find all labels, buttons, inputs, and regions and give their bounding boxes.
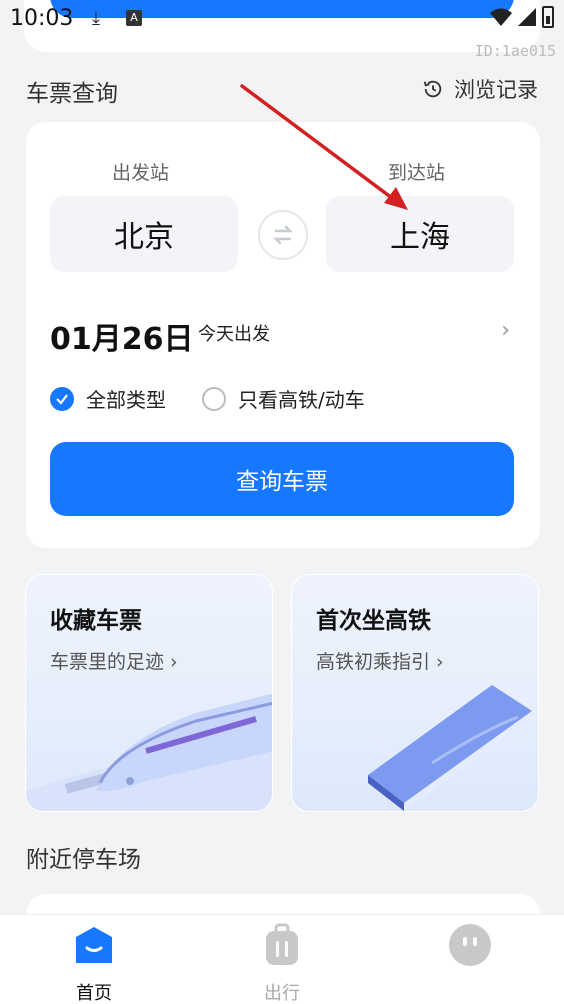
history-icon: [423, 80, 442, 98]
home-icon: [76, 927, 112, 963]
first-highspeed-title: 首次坐高铁: [316, 608, 431, 634]
status-bar: 10:03 ⤓ A: [0, 0, 564, 52]
first-highspeed-subtitle: 高铁初乘指引 ›: [316, 651, 444, 673]
travel-date[interactable]: 01月26日: [50, 314, 194, 358]
bottom-navigation: 首页 出行: [0, 914, 564, 1004]
highspeed-only-label: 只看高铁/动车: [238, 388, 365, 412]
browse-history-label: 浏览记录: [454, 78, 538, 102]
luggage-icon: [266, 923, 298, 965]
wifi-icon: [490, 8, 512, 26]
guide-book-illustration: [368, 685, 532, 811]
battery-icon: [542, 6, 554, 28]
swap-stations-button[interactable]: [258, 210, 308, 260]
radio-empty-icon: [202, 386, 226, 411]
saved-tickets-subtitle: 车票里的足迹 ›: [50, 651, 178, 673]
all-types-option[interactable]: 全部类型: [50, 384, 166, 413]
arrival-label: 到达站: [388, 162, 446, 184]
top-blue-button-edge[interactable]: [50, 0, 514, 18]
departure-label: 出发站: [112, 162, 170, 184]
chevron-right-icon[interactable]: ›: [501, 318, 510, 343]
checkmark-icon: [50, 386, 74, 411]
nav-trip-label: 出行: [264, 983, 300, 1004]
all-types-label: 全部类型: [86, 388, 166, 412]
saved-tickets-title: 收藏车票: [50, 608, 142, 634]
watermark-id: ID:1ae015: [474, 42, 556, 60]
status-time: 10:03: [10, 6, 74, 31]
ticket-query-card: 出发站 到达站 北京 上海 01月26日 今天出发 › 全部类型 只看高铁/动车…: [26, 122, 540, 548]
date-description: 今天出发: [198, 324, 270, 345]
signal-icon: [518, 8, 536, 26]
departure-station[interactable]: 北京: [50, 196, 238, 272]
download-icon: ⤓: [92, 8, 100, 29]
nav-home-label: 首页: [76, 983, 112, 1004]
highspeed-only-option[interactable]: 只看高铁/动车: [202, 384, 365, 413]
face-icon: [449, 924, 491, 966]
nav-home[interactable]: 首页: [34, 923, 154, 1004]
train-illustration: [26, 693, 272, 811]
ticket-query-title: 车票查询: [26, 81, 118, 107]
nearby-parking-title: 附近停车场: [26, 847, 141, 873]
first-highspeed-card[interactable]: 首次坐高铁 高铁初乘指引 ›: [291, 574, 539, 812]
arrival-station[interactable]: 上海: [326, 196, 514, 272]
browse-history-link[interactable]: 浏览记录: [422, 74, 538, 104]
app-notification-icon: A: [126, 10, 142, 26]
nav-profile[interactable]: [410, 923, 530, 979]
saved-tickets-card[interactable]: 收藏车票 车票里的足迹 ›: [25, 574, 273, 812]
status-right-icons: [490, 6, 554, 28]
nav-trip[interactable]: 出行: [222, 923, 342, 1004]
swap-icon: [273, 225, 293, 245]
search-tickets-button[interactable]: 查询车票: [50, 442, 514, 516]
